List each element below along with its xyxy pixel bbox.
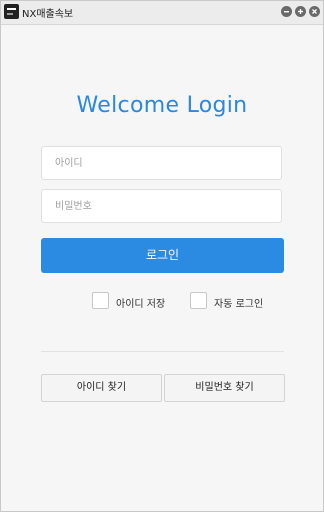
close-icon[interactable]	[309, 6, 320, 17]
window-title: NX매출속보	[22, 9, 74, 20]
title-bar[interactable]: NX매출속보	[1, 1, 323, 25]
find-id-button[interactable]: 아이디 찾기	[41, 374, 162, 402]
auto-login-label: 자동 로그인	[214, 299, 264, 310]
welcome-heading: Welcome Login	[76, 93, 248, 118]
find-password-button[interactable]: 비밀번호 찾기	[164, 374, 285, 402]
id-input[interactable]	[41, 146, 282, 180]
maximize-icon[interactable]	[295, 6, 306, 17]
app-logo-icon	[4, 4, 19, 19]
app-window: NX매출속보 Welcome Login 로그인 아이디 저장 자동 로그인 아…	[0, 0, 324, 512]
password-input[interactable]	[41, 189, 282, 223]
auto-login-checkbox[interactable]	[190, 292, 207, 309]
divider	[41, 351, 284, 352]
save-id-label: 아이디 저장	[116, 299, 166, 310]
login-button[interactable]: 로그인	[41, 238, 284, 273]
minimize-icon[interactable]	[281, 6, 292, 17]
save-id-checkbox[interactable]	[92, 292, 109, 309]
